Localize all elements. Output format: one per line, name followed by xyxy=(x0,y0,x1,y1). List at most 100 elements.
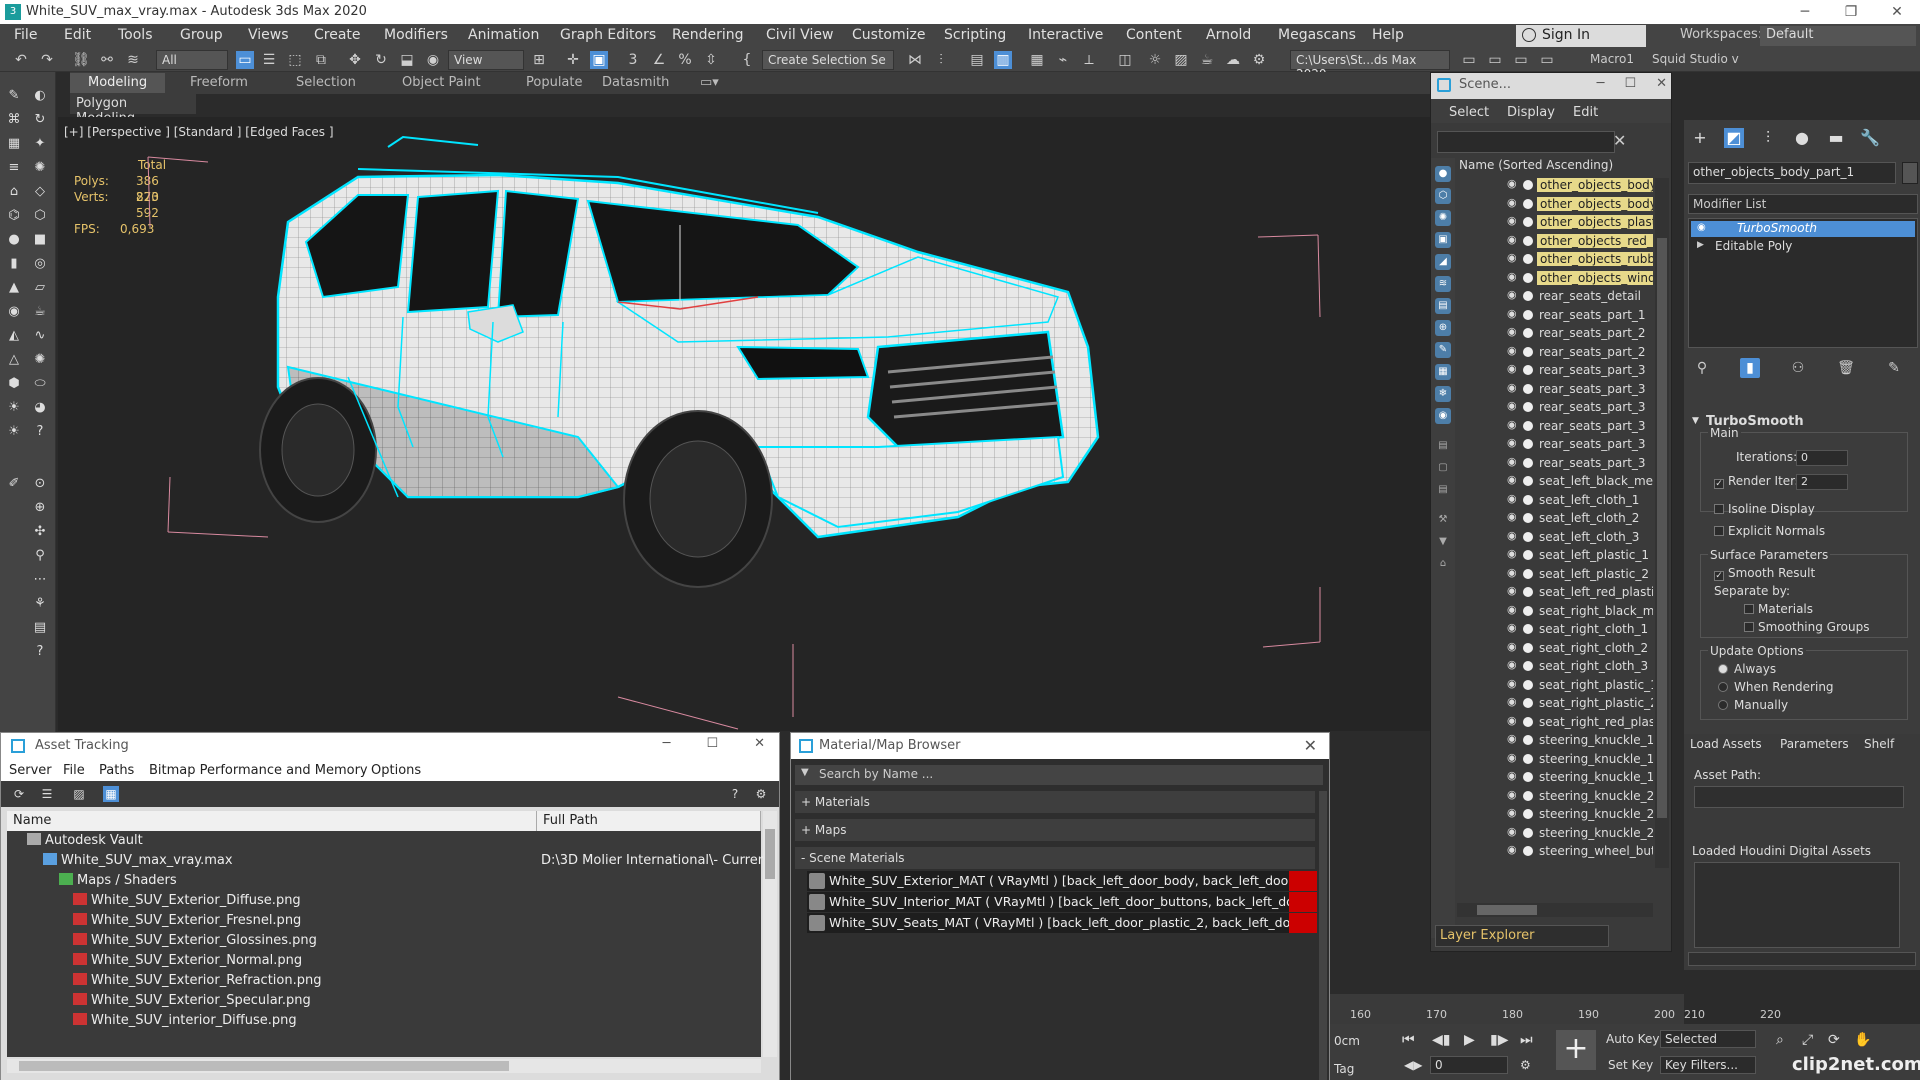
display-none-icon[interactable]: ▢ xyxy=(1435,460,1451,476)
visibility-eye-icon[interactable]: ◉ xyxy=(1507,400,1519,411)
menu-customize[interactable]: Customize xyxy=(852,27,926,43)
visibility-eye-icon[interactable]: ◉ xyxy=(1507,419,1519,430)
filter-xrefs-icon[interactable]: ⊕ xyxy=(1435,320,1451,336)
table-view-icon[interactable]: ▦ xyxy=(103,786,119,802)
save-folder-icon[interactable]: ▭ xyxy=(1486,51,1504,69)
sync-selection-icon[interactable]: ⚒ xyxy=(1435,512,1451,528)
close-icon[interactable]: ✕ xyxy=(1304,736,1317,755)
freeze-dot-icon[interactable] xyxy=(1523,846,1533,856)
freeze-dot-icon[interactable] xyxy=(1523,753,1533,764)
camera-icon[interactable]: ⌂ xyxy=(6,184,22,200)
info-icon[interactable]: ? xyxy=(32,644,48,660)
asset-row[interactable]: Maps / Shaders xyxy=(7,871,761,891)
hierarchy-icon[interactable]: ⌘ xyxy=(6,112,22,128)
asset-row[interactable]: White_SUV_Exterior_Diffuse.png xyxy=(7,891,761,911)
menu-edit[interactable]: Edit xyxy=(64,27,91,43)
key-filters-button[interactable]: Key Filters... xyxy=(1660,1056,1756,1074)
scene-object-row[interactable]: ◉ rear_seats_part_2 xyxy=(1457,324,1653,343)
go-to-end-icon[interactable]: ⏭ xyxy=(1520,1032,1533,1048)
motion-icon[interactable]: ↻ xyxy=(32,112,48,128)
freeze-dot-icon[interactable] xyxy=(1523,402,1533,412)
rendered-frame-icon[interactable]: ▨ xyxy=(1172,51,1190,69)
macro-label[interactable]: Macro1 xyxy=(1590,52,1634,66)
material-interior[interactable]: White_SUV_Interior_MAT ( VRayMtl ) [back… xyxy=(807,892,1317,912)
refresh-icon[interactable]: ⟳ xyxy=(11,786,27,802)
freeze-dot-icon[interactable] xyxy=(1523,827,1533,838)
menu-views[interactable]: Views xyxy=(248,27,289,43)
always-radio[interactable] xyxy=(1718,664,1728,674)
freeze-dot-icon[interactable] xyxy=(1523,457,1533,468)
asset-path-field[interactable] xyxy=(1694,786,1904,808)
section-maps[interactable]: + Maps xyxy=(795,819,1315,841)
project-icon[interactable]: ▭ xyxy=(1512,51,1530,69)
geosphere-icon[interactable]: ✺ xyxy=(32,352,48,368)
asset-row[interactable]: White_SUV_Exterior_Normal.png xyxy=(7,951,761,971)
keyboard-shortcut-icon[interactable]: ▣ xyxy=(590,51,608,69)
zoom-icon[interactable]: ⌕ xyxy=(1776,1032,1784,1048)
freeze-dot-icon[interactable] xyxy=(1523,698,1533,708)
asset-row[interactable]: White_SUV_Exterior_Glossines.png xyxy=(7,931,761,951)
light-omni-icon[interactable]: ☀ xyxy=(6,400,22,416)
visibility-eye-icon[interactable]: ◉ xyxy=(1507,789,1519,800)
visibility-eye-icon[interactable]: ◉ xyxy=(1507,326,1519,337)
visibility-eye-icon[interactable]: ◉ xyxy=(1507,382,1519,393)
tab-modeling[interactable]: Modeling xyxy=(70,73,166,93)
eye-icon[interactable]: ◉ xyxy=(1697,222,1706,233)
menu-scripting[interactable]: Scripting xyxy=(944,27,1006,43)
filter-funnel-icon[interactable]: ▼ xyxy=(1435,534,1451,550)
auto-key-button[interactable]: Auto Key xyxy=(1606,1032,1659,1046)
rect-selection-icon[interactable]: ⬚ xyxy=(286,51,304,69)
archive-icon[interactable]: ▭ xyxy=(1538,51,1556,69)
named-selection-dropdown[interactable]: Create Selection Se xyxy=(762,50,894,70)
display-icon[interactable]: ▦ xyxy=(6,136,22,152)
scene-object-row[interactable]: ◉ other_objects_plast xyxy=(1457,213,1653,232)
filter-bones-icon[interactable]: ✎ xyxy=(1435,342,1451,358)
curve-editor-icon[interactable]: ⌁ xyxy=(1054,51,1072,69)
scene-object-row[interactable]: ◉ seat_left_cloth_3 xyxy=(1457,528,1653,547)
scene-object-row[interactable]: ◉ rear_seats_part_3 xyxy=(1457,380,1653,399)
visibility-eye-icon[interactable]: ◉ xyxy=(1507,474,1519,485)
previous-frame-icon[interactable]: ◀▮ xyxy=(1432,1032,1450,1048)
menu-modifiers[interactable]: Modifiers xyxy=(384,27,448,43)
freeze-dot-icon[interactable] xyxy=(1523,309,1533,320)
menu-rendering[interactable]: Rendering xyxy=(672,27,744,43)
scene-object-row[interactable]: ◉ seat_left_cloth_1 xyxy=(1457,491,1653,510)
grid-icon[interactable]: ⊕ xyxy=(32,500,48,516)
hierarchy-tab-icon[interactable]: ⫶ xyxy=(1758,128,1778,148)
thumbnail-icon[interactable]: ▨ xyxy=(71,786,87,802)
visibility-eye-icon[interactable]: ◉ xyxy=(1507,363,1519,374)
freeze-dot-icon[interactable] xyxy=(1523,180,1533,190)
menu-file[interactable]: File xyxy=(63,763,85,778)
menu-group[interactable]: Group xyxy=(180,27,223,43)
sphere-icon[interactable]: ● xyxy=(6,232,22,248)
edit-named-sets-icon[interactable]: { xyxy=(738,51,756,69)
render-iters-checkbox[interactable]: ✓ xyxy=(1714,479,1724,489)
workspace-select[interactable]: Default xyxy=(1760,26,1916,46)
scene-object-row[interactable]: ◉ rear_seats_part_3 xyxy=(1457,454,1653,473)
iterations-spinner[interactable]: 0 xyxy=(1796,450,1848,466)
play-icon[interactable]: ▶ xyxy=(1464,1032,1475,1048)
asset-row[interactable]: White_SUV_Exterior_Specular.png xyxy=(7,991,761,1011)
materials-checkbox[interactable] xyxy=(1744,604,1754,614)
spline-icon[interactable]: ∿ xyxy=(32,328,48,344)
menu-bitmap-performance[interactable]: Bitmap Performance and Memory xyxy=(149,763,368,778)
material-browser-scrollbar[interactable] xyxy=(1319,791,1327,1080)
render-iters-spinner[interactable]: 2 xyxy=(1796,474,1848,490)
section-materials[interactable]: + Materials xyxy=(795,791,1315,813)
unlink-icon[interactable]: ⚯ xyxy=(98,51,116,69)
scene-object-row[interactable]: ◉ steering_knuckle_1 xyxy=(1457,750,1653,769)
scene-object-row[interactable]: ◉ seat_right_black_m xyxy=(1457,602,1653,621)
close-icon[interactable]: ✕ xyxy=(1874,0,1920,24)
scene-object-row[interactable]: ◉ seat_right_cloth_3 xyxy=(1457,657,1653,676)
freeze-dot-icon[interactable] xyxy=(1523,550,1533,560)
scene-object-row[interactable]: ◉ seat_left_red_plasti xyxy=(1457,583,1653,602)
system-icon[interactable]: ⬡ xyxy=(32,208,48,224)
visibility-eye-icon[interactable]: ◉ xyxy=(1507,826,1519,837)
freeze-dot-icon[interactable] xyxy=(1523,735,1533,745)
key-mode-icon[interactable]: ◀▶ xyxy=(1404,1058,1422,1072)
scene-object-row[interactable]: ◉ other_objects_body xyxy=(1457,195,1653,214)
menu-tools[interactable]: Tools xyxy=(118,27,153,43)
create-icon[interactable]: ✎ xyxy=(6,88,22,104)
manually-radio[interactable] xyxy=(1718,700,1728,710)
scene-object-row[interactable]: ◉ rear_seats_part_3 xyxy=(1457,398,1653,417)
